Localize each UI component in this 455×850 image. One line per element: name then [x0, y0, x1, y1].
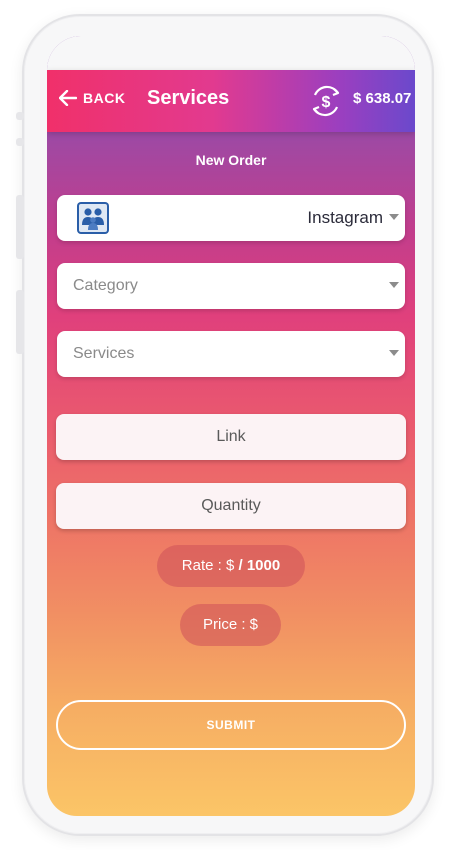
caret-down-icon: [389, 214, 399, 220]
app-screen: BACK Services $ $ 638.07 New Order Insta…: [47, 36, 415, 816]
category-placeholder: Category: [73, 277, 138, 294]
people-group-icon: [77, 202, 109, 234]
price-badge: Price : $: [180, 604, 281, 646]
arrow-left-icon: [59, 90, 77, 106]
rate-prefix: Rate : $: [181, 557, 235, 574]
back-button[interactable]: BACK: [59, 90, 125, 106]
phone-side-button: [16, 112, 24, 120]
services-placeholder: Services: [73, 345, 135, 362]
dollar-refresh-icon[interactable]: $: [307, 82, 345, 120]
rate-badge: Rate : $ / 1000: [157, 545, 305, 587]
platform-value: Instagram: [307, 208, 383, 227]
phone-volume-button: [16, 290, 24, 354]
balance-amount: $ 638.07: [353, 90, 412, 107]
phone-notch: [127, 36, 335, 58]
link-input[interactable]: Link: [56, 414, 406, 460]
category-select[interactable]: Category: [57, 263, 405, 309]
quantity-input[interactable]: Quantity: [56, 483, 406, 529]
back-label: BACK: [83, 90, 126, 106]
caret-down-icon: [389, 282, 399, 288]
phone-volume-button: [16, 195, 24, 259]
submit-button[interactable]: SUBMIT: [56, 700, 406, 750]
page-title: Services: [147, 87, 230, 109]
phone-side-button: [16, 138, 24, 146]
rate-suffix: / 1000: [234, 557, 281, 574]
caret-down-icon: [389, 350, 399, 356]
services-select[interactable]: Services: [57, 331, 405, 377]
svg-text:$: $: [322, 94, 331, 111]
price-label: Price : $: [202, 616, 259, 633]
platform-select[interactable]: Instagram: [57, 195, 405, 241]
section-title: New Order: [195, 152, 267, 168]
app-bar: BACK Services $ $ 638.07: [47, 70, 415, 132]
